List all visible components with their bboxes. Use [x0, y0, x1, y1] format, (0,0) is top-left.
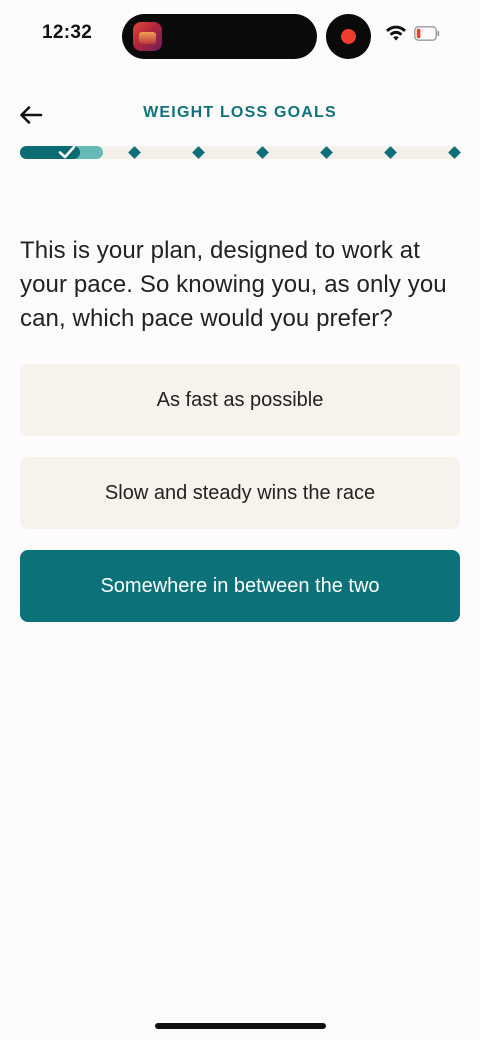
- wifi-icon: [386, 25, 406, 41]
- screen-recording-indicator: [326, 14, 371, 59]
- app-activity-icon: [133, 22, 162, 51]
- option-slow-and-steady[interactable]: Slow and steady wins the race: [20, 457, 460, 529]
- check-icon: [58, 145, 76, 159]
- option-label: As fast as possible: [156, 388, 324, 411]
- dynamic-island: [122, 14, 317, 59]
- page-title: WEIGHT LOSS GOALS: [143, 104, 337, 121]
- option-as-fast-as-possible[interactable]: As fast as possible: [20, 364, 460, 436]
- option-label: Slow and steady wins the race: [104, 481, 376, 504]
- option-somewhere-in-between[interactable]: Somewhere in between the two: [20, 550, 460, 622]
- home-indicator[interactable]: [155, 1023, 326, 1029]
- battery-low-icon: [414, 26, 440, 41]
- status-time: 12:32: [42, 22, 93, 43]
- option-label: Somewhere in between the two: [100, 574, 380, 597]
- question-text: This is your plan, designed to work at y…: [20, 237, 447, 332]
- record-dot-icon: [341, 29, 356, 44]
